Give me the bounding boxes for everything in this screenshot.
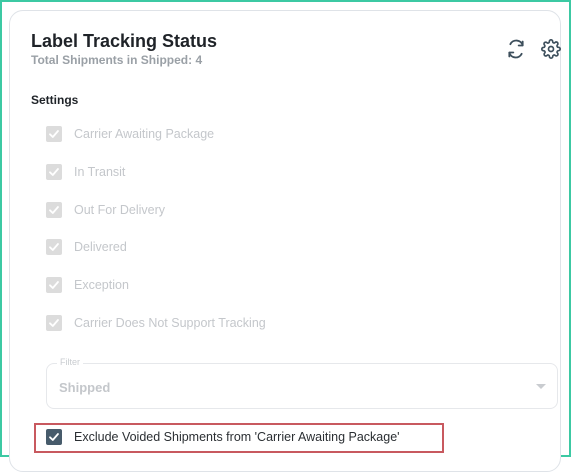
card-title: Label Tracking Status (31, 31, 218, 51)
status-label: Carrier Does Not Support Tracking (74, 316, 266, 330)
filter-legend: Filter (57, 357, 83, 367)
status-option-exception[interactable]: Exception (46, 276, 129, 294)
exclude-voided-option[interactable]: Exclude Voided Shipments from 'Carrier A… (46, 428, 400, 446)
status-label: Exception (74, 278, 129, 292)
checkbox-checked-icon[interactable] (46, 429, 62, 445)
refresh-icon[interactable] (505, 38, 527, 60)
chevron-down-icon (536, 384, 546, 389)
gear-icon[interactable] (540, 38, 562, 60)
status-label: In Transit (74, 165, 126, 179)
exclude-voided-label: Exclude Voided Shipments from 'Carrier A… (74, 430, 400, 444)
checkbox-checked-icon[interactable] (46, 315, 62, 331)
checkbox-checked-icon[interactable] (46, 277, 62, 293)
checkbox-checked-icon[interactable] (46, 202, 62, 218)
shipment-count: Total Shipments in Shipped: 4 (31, 53, 203, 67)
status-label: Out For Delivery (74, 203, 165, 217)
status-option-carrier-does-not-support-tracking[interactable]: Carrier Does Not Support Tracking (46, 314, 266, 332)
status-option-delivered[interactable]: Delivered (46, 238, 127, 256)
status-option-in-transit[interactable]: In Transit (46, 163, 125, 181)
settings-heading: Settings (31, 93, 79, 107)
checkbox-checked-icon[interactable] (46, 126, 62, 142)
filter-select[interactable]: Filter Shipped (46, 357, 558, 409)
status-label: Delivered (74, 240, 127, 254)
filter-value: Shipped (59, 380, 111, 395)
status-option-carrier-awaiting-package[interactable]: Carrier Awaiting Package (46, 125, 214, 143)
status-label: Carrier Awaiting Package (74, 127, 215, 141)
checkbox-checked-icon[interactable] (46, 239, 62, 255)
status-option-out-for-delivery[interactable]: Out For Delivery (46, 201, 165, 219)
checkbox-checked-icon[interactable] (46, 164, 62, 180)
